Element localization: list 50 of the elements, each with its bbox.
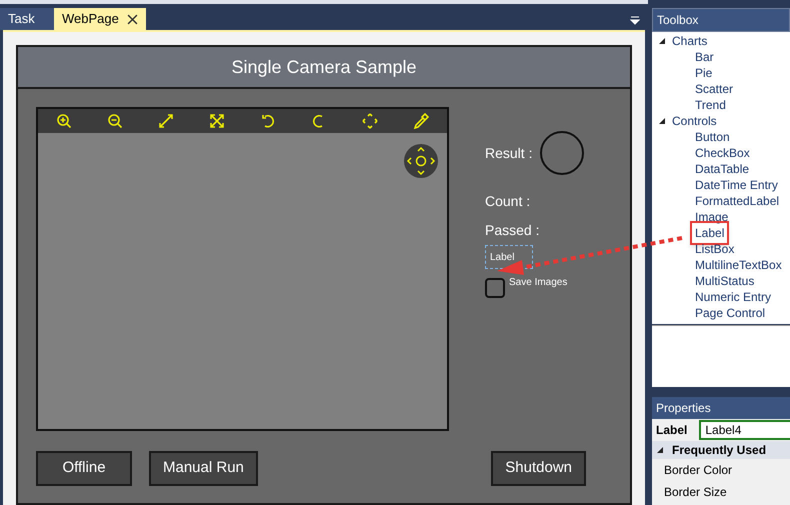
tab[interactable]: Task — [0, 8, 54, 30]
fit-arrows-icon[interactable] — [208, 113, 225, 129]
dropdown-icon[interactable] — [630, 16, 640, 26]
rotate-left-icon[interactable] — [260, 113, 276, 129]
toolbox-group[interactable]: Controls — [672, 113, 717, 129]
property-name: Border Color — [664, 462, 732, 479]
checkbox[interactable] — [485, 278, 505, 298]
toolbox-item[interactable]: DataTable — [695, 162, 750, 176]
toolbox-item[interactable]: Numeric Entry — [695, 290, 772, 304]
toolbox-item[interactable]: MultiStatus — [695, 274, 754, 288]
result-indicator — [540, 131, 584, 175]
close-icon[interactable] — [126, 14, 138, 24]
toolbox-item[interactable]: Label — [690, 221, 730, 245]
toolbox-group[interactable]: Charts — [672, 33, 708, 49]
panel-title: Toolbox — [652, 8, 790, 32]
toolbox-item[interactable]: Scatter — [695, 82, 734, 96]
property-type: Label — [656, 422, 688, 439]
toolbox-item[interactable]: Button — [695, 130, 730, 144]
toolbox-item[interactable]: ListBox — [695, 242, 734, 256]
section-header[interactable]: Frequently Used — [652, 441, 790, 459]
result-label: Result : — [485, 144, 532, 162]
toolbox-item[interactable]: CheckBox — [695, 146, 750, 160]
panel-title: Properties — [652, 397, 790, 419]
toolbox-item[interactable]: MultilineTextBox — [695, 258, 782, 272]
name-field[interactable]: Label4 — [699, 420, 790, 440]
tab[interactable]: WebPage — [54, 8, 146, 30]
page-title: Single Camera Sample — [231, 56, 417, 79]
toolbox-item[interactable]: DateTime Entry — [695, 178, 778, 192]
count-label: Count : — [485, 192, 532, 211]
checkbox-label: Save Images — [509, 276, 568, 290]
property-name: Border Size — [664, 484, 727, 501]
page-button[interactable]: Shutdown — [491, 451, 586, 486]
expanded-icon[interactable] — [658, 117, 666, 125]
page-button[interactable]: Manual Run — [149, 451, 258, 486]
diagonal-arrow-icon[interactable] — [158, 113, 174, 129]
eyedropper-icon[interactable] — [413, 113, 430, 129]
toolbox-item[interactable]: Bar — [695, 50, 714, 64]
page-button[interactable]: Offline — [36, 451, 132, 486]
zoom-out-icon[interactable] — [106, 113, 123, 129]
passed-label: Passed : — [485, 221, 540, 240]
toolbox-item[interactable]: Page Control — [695, 306, 766, 320]
toolbox-item[interactable]: FormattedLabel — [695, 194, 780, 208]
center-icon[interactable] — [362, 113, 378, 129]
expanded-icon[interactable] — [658, 37, 666, 45]
toolbox-item[interactable]: Pie — [695, 66, 712, 80]
expanded-icon[interactable] — [656, 446, 664, 454]
zoom-in-icon[interactable] — [56, 113, 72, 129]
toolbox-item[interactable]: Image — [695, 210, 728, 224]
toolbox-item[interactable]: Trend — [695, 98, 726, 112]
pan-control-icon[interactable] — [403, 143, 439, 179]
